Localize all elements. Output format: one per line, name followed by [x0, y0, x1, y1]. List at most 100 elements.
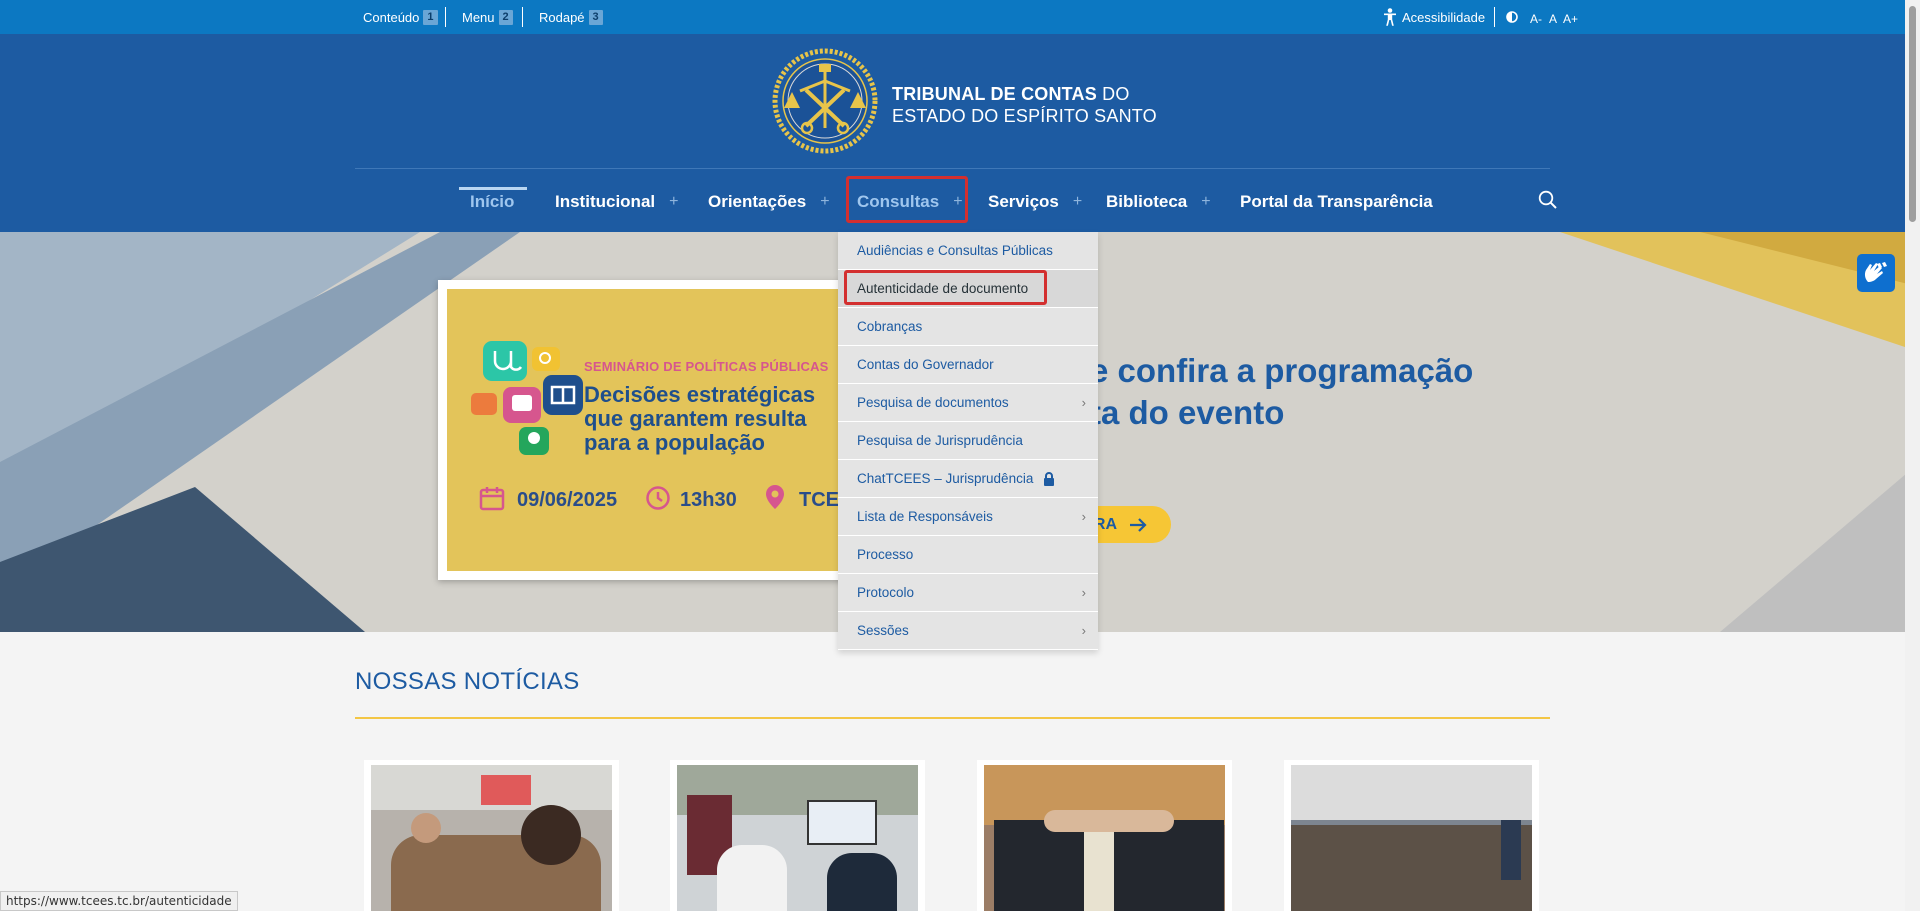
expand-plus-icon: + — [1072, 193, 1083, 210]
menu-item-label: Pesquisa de Jurisprudência — [857, 433, 1023, 448]
menu-item-label: Lista de Responsáveis — [857, 509, 993, 524]
accessibility-link[interactable]: Acessibilidade — [1384, 8, 1485, 26]
menu-item-chattcees[interactable]: ChatTCEES – Jurisprudência — [838, 460, 1098, 498]
news-photo — [984, 765, 1225, 911]
hero-headline-line2: ta do evento — [1090, 394, 1285, 431]
skip-label: Conteúdo — [363, 10, 420, 25]
menu-item-pesquisa-documentos[interactable]: Pesquisa de documentos › — [838, 384, 1098, 422]
menu-item-label: ChatTCEES – Jurisprudência — [857, 471, 1034, 486]
nav-label: Institucional — [555, 192, 656, 211]
font-reset-button[interactable]: A — [1549, 12, 1557, 26]
poster-place: TCE — [799, 489, 839, 511]
org-name-bold: TRIBUNAL DE CONTAS — [892, 84, 1097, 104]
active-nav-underline — [459, 187, 527, 190]
highlight-box — [846, 176, 968, 223]
menu-item-label: Protocolo — [857, 585, 915, 600]
nav-item-portal-transparencia[interactable]: Portal da Transparência — [1240, 192, 1433, 212]
expand-plus-icon: + — [1201, 193, 1211, 210]
policy-icons-cluster — [471, 341, 583, 455]
menu-item-label: Sessões — [857, 623, 909, 638]
expand-plus-icon: + — [669, 193, 679, 210]
menu-item-autenticidade[interactable]: Autenticidade de documento — [838, 270, 1098, 308]
poster-content: SEMINÁRIO DE POLÍTICAS PÚBLICAS Decisões… — [447, 289, 857, 571]
tce-seal-logo[interactable] — [770, 46, 880, 156]
contrast-icon[interactable] — [1506, 11, 1518, 26]
skip-key: 3 — [588, 10, 603, 25]
nav-label: Serviços — [988, 192, 1059, 211]
nav-label: Biblioteca — [1106, 192, 1188, 211]
calendar-icon — [479, 487, 505, 511]
nav-item-institucional[interactable]: Institucional + — [555, 192, 678, 212]
skip-to-content-link[interactable]: Conteúdo 1 — [363, 10, 438, 25]
consultas-dropdown-menu: Audiências e Consultas Públicas Autentic… — [838, 232, 1098, 650]
skip-to-footer-link[interactable]: Rodapé 3 — [539, 10, 603, 25]
expand-plus-icon: + — [820, 193, 830, 210]
menu-item-audiencias[interactable]: Audiências e Consultas Públicas — [838, 232, 1098, 270]
menu-item-protocolo[interactable]: Protocolo › — [838, 574, 1098, 612]
nav-label: Início — [470, 192, 515, 211]
org-name-suffix: DO — [1096, 84, 1130, 104]
poster-date: 09/06/2025 — [517, 489, 618, 511]
font-decrease-button[interactable]: A- — [1530, 12, 1542, 26]
news-title-underline — [355, 717, 1550, 719]
menu-item-label: Cobranças — [857, 319, 923, 334]
nav-item-servicos[interactable]: Serviços + — [988, 192, 1082, 212]
menu-item-label: Processo — [857, 547, 914, 562]
accessibility-person-icon — [1384, 8, 1396, 26]
org-name-line2: ESTADO DO ESPÍRITO SANTO — [892, 106, 1157, 126]
skip-label: Menu — [462, 10, 495, 25]
menu-item-label: Autenticidade de documento — [857, 281, 1029, 296]
organization-name: TRIBUNAL DE CONTAS DO ESTADO DO ESPÍRITO… — [892, 83, 1157, 127]
sign-language-widget[interactable] — [1857, 254, 1895, 292]
nav-label: Orientações — [708, 192, 807, 211]
skip-key: 1 — [423, 10, 438, 25]
search-icon[interactable] — [1538, 190, 1558, 210]
chevron-right-icon: › — [1081, 623, 1086, 638]
hero-headline: e confira a programação ta do evento — [1090, 350, 1473, 434]
news-photo — [371, 765, 612, 911]
news-card[interactable] — [977, 760, 1232, 911]
chevron-right-icon: › — [1081, 585, 1086, 600]
menu-item-cobrancas[interactable]: Cobranças — [838, 308, 1098, 346]
event-poster[interactable]: SEMINÁRIO DE POLÍTICAS PÚBLICAS Decisões… — [438, 280, 866, 580]
nav-item-orientacoes[interactable]: Orientações + — [708, 192, 830, 212]
chevron-right-icon: › — [1081, 509, 1086, 524]
accessibility-label: Acessibilidade — [1402, 9, 1486, 25]
lock-icon — [1044, 471, 1055, 486]
poster-headline-1: Decisões estratégicas — [584, 382, 816, 407]
menu-item-pesquisa-jurisprudencia[interactable]: Pesquisa de Jurisprudência — [838, 422, 1098, 460]
nav-divider — [355, 168, 1550, 169]
clock-icon — [646, 486, 670, 510]
divider — [1494, 7, 1495, 27]
menu-item-lista-responsaveis[interactable]: Lista de Responsáveis › — [838, 498, 1098, 536]
chevron-right-icon: › — [1081, 395, 1086, 410]
nav-item-biblioteca[interactable]: Biblioteca + — [1106, 192, 1211, 212]
poster-time: 13h30 — [680, 489, 737, 511]
menu-item-processo[interactable]: Processo — [838, 536, 1098, 574]
nav-label: Portal da Transparência — [1240, 192, 1433, 211]
divider — [445, 7, 446, 27]
menu-item-sessoes[interactable]: Sessões › — [838, 612, 1098, 650]
menu-item-label: Pesquisa de documentos — [857, 395, 1009, 410]
news-section-title: NOSSAS NOTÍCIAS — [355, 668, 580, 695]
location-pin-icon — [766, 485, 784, 509]
news-card[interactable] — [1284, 760, 1539, 911]
news-card[interactable] — [364, 760, 619, 911]
poster-headline-2: que garantem resulta — [584, 406, 807, 431]
skip-key: 2 — [498, 10, 513, 25]
nav-item-inicio[interactable]: Início — [470, 192, 514, 212]
news-photo — [677, 765, 918, 911]
skip-label: Rodapé — [539, 10, 585, 25]
news-card[interactable] — [670, 760, 925, 911]
font-increase-button[interactable]: A+ — [1563, 12, 1578, 26]
link-preview-statusbar: https://www.tcees.tc.br/autenticidade — [0, 891, 238, 911]
menu-item-label: Contas do Governador — [857, 357, 994, 372]
scrollbar-thumb[interactable] — [1909, 6, 1916, 222]
divider — [522, 7, 523, 27]
menu-item-contas-governador[interactable]: Contas do Governador — [838, 346, 1098, 384]
hero-headline-line1: e confira a programação — [1090, 352, 1474, 389]
menu-item-label: Audiências e Consultas Públicas — [857, 243, 1053, 258]
skip-to-menu-link[interactable]: Menu 2 — [462, 10, 513, 25]
sign-language-hands-icon — [1864, 262, 1887, 282]
news-photo — [1291, 765, 1532, 911]
